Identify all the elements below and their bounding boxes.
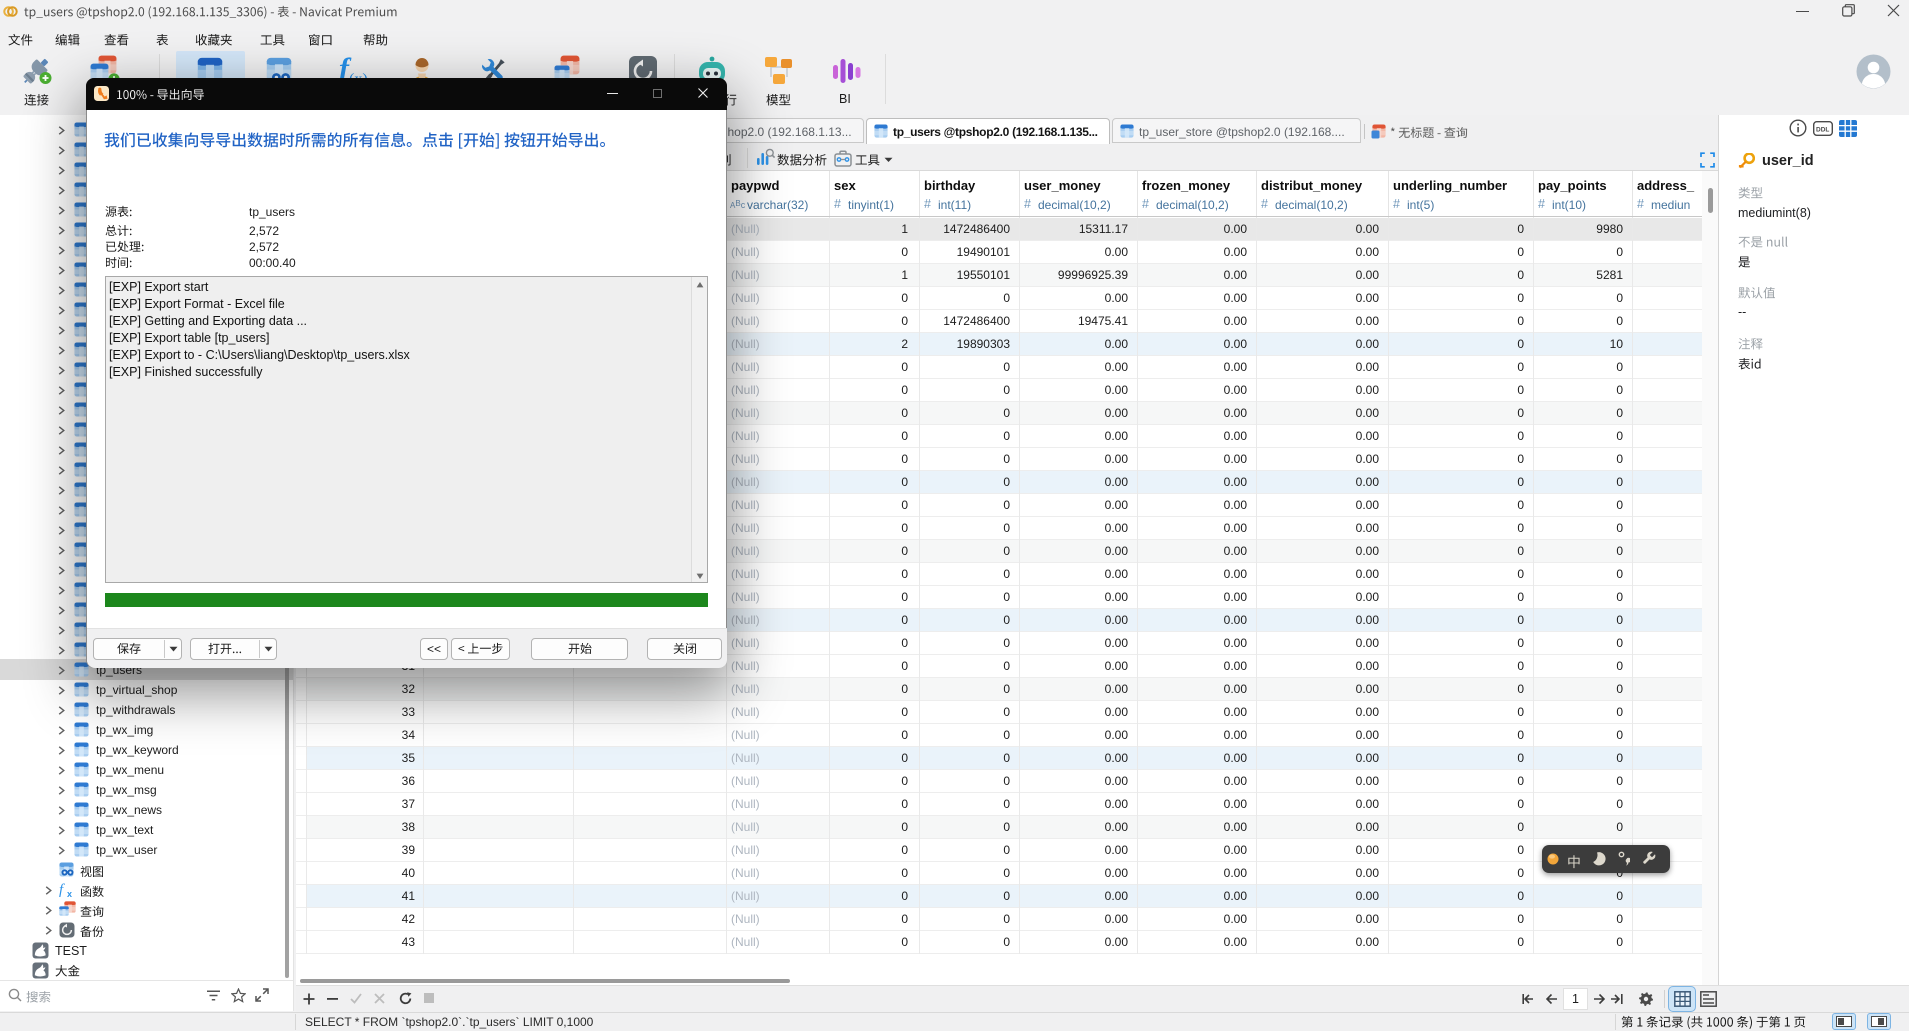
svg-text:f: f	[59, 882, 65, 898]
svg-text:DDL: DDL	[1816, 127, 1829, 134]
svg-text:x: x	[67, 889, 72, 898]
